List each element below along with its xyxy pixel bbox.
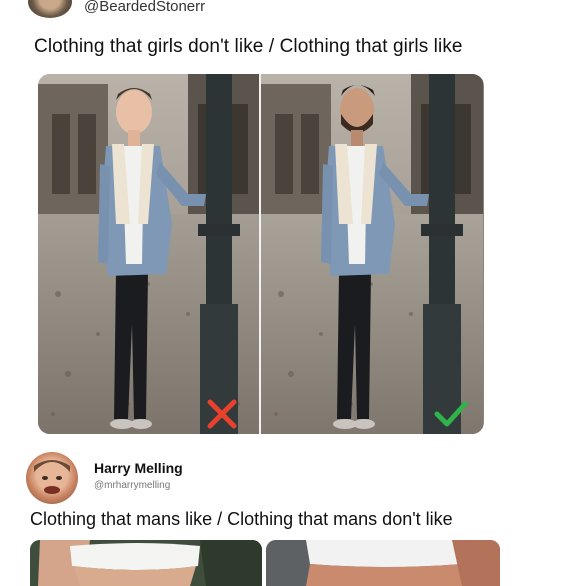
top-tweet-caption: Clothing that girls don't like / Clothin… (34, 36, 463, 57)
reply-caption: Clothing that mans like / Clothing that … (30, 509, 453, 529)
reply-user-name[interactable]: Harry Melling (94, 460, 183, 476)
reply-photo-left (30, 540, 262, 586)
reply-avatar[interactable] (26, 452, 78, 504)
left-photo-panel (38, 74, 260, 434)
top-tweet-handle[interactable]: @BeardedStonerr (84, 0, 205, 15)
right-photo-panel (261, 74, 483, 434)
top-tweet-avatar[interactable] (28, 0, 72, 18)
reply-photo[interactable] (30, 540, 500, 586)
reply-user-handle[interactable]: @mrharrymelling (94, 480, 170, 491)
comparison-photo[interactable] (38, 74, 484, 434)
reply-photo-right (266, 540, 500, 586)
